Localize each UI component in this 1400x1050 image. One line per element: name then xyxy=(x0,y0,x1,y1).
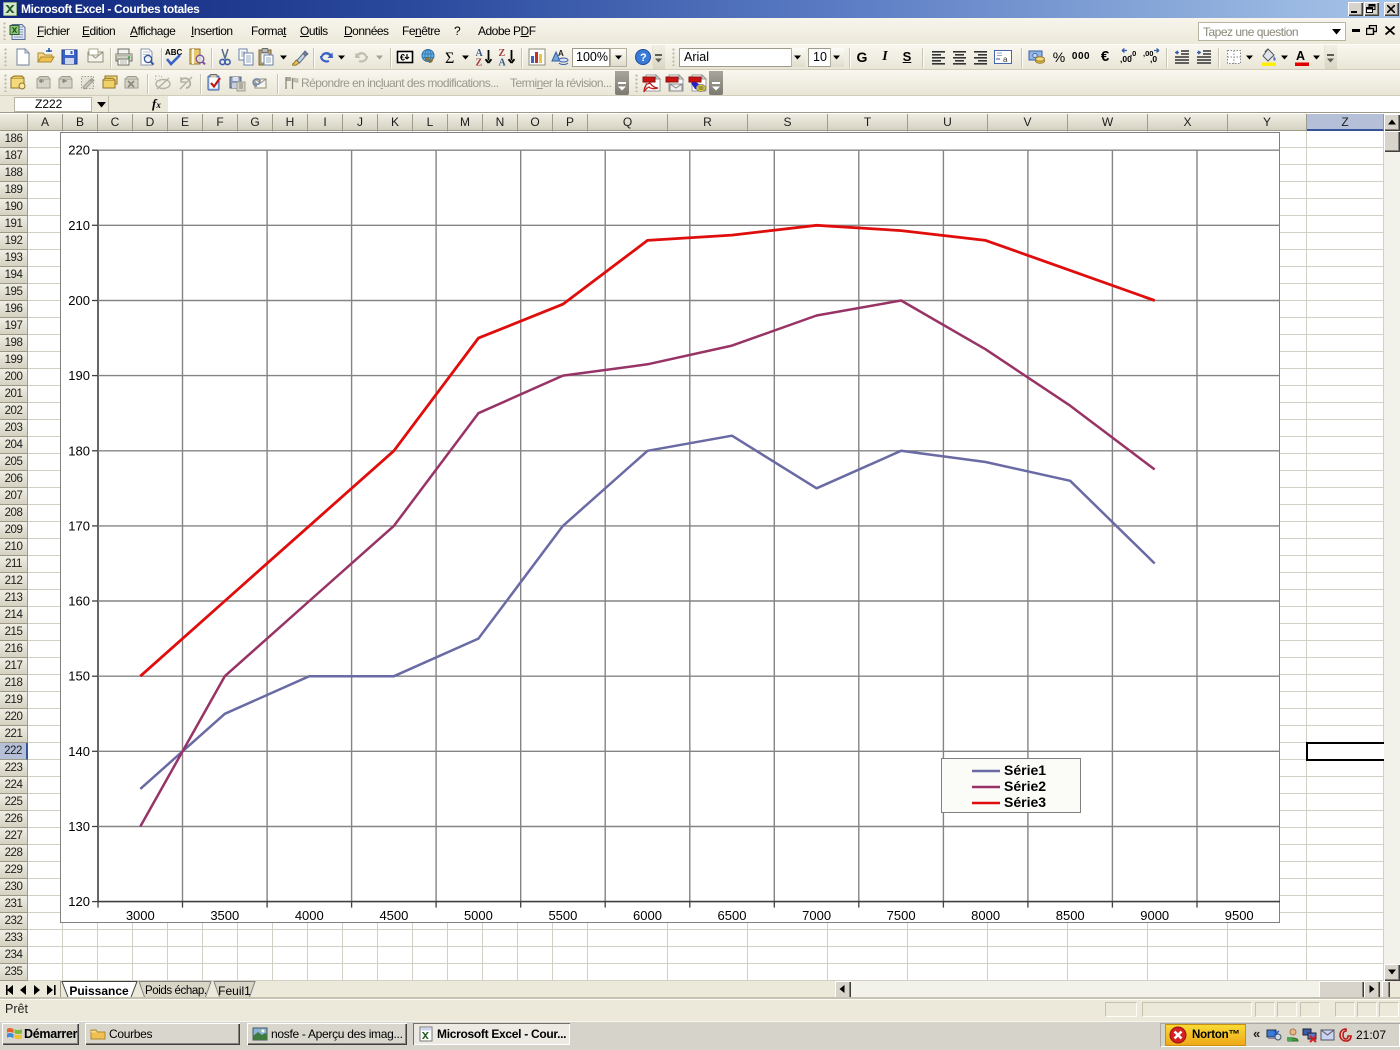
svg-text:6500: 6500 xyxy=(718,908,747,923)
svg-text:Σ: Σ xyxy=(445,50,454,67)
svg-text:210: 210 xyxy=(68,218,90,233)
svg-text:A: A xyxy=(499,58,507,68)
svg-text:Série2: Série2 xyxy=(1004,778,1046,794)
svg-text:a: a xyxy=(1003,55,1008,64)
svg-text:200: 200 xyxy=(68,293,90,308)
svg-text:5000: 5000 xyxy=(464,908,493,923)
svg-text:5500: 5500 xyxy=(548,908,577,923)
svg-text:Série1: Série1 xyxy=(1004,762,1046,778)
svg-text:220: 220 xyxy=(68,143,90,158)
svg-text:?: ? xyxy=(640,52,647,64)
svg-text:,0: ,0 xyxy=(1150,54,1157,64)
svg-text:6000: 6000 xyxy=(633,908,662,923)
svg-text:7000: 7000 xyxy=(802,908,831,923)
svg-text:140: 140 xyxy=(68,744,90,759)
svg-text:Z: Z xyxy=(476,58,483,68)
svg-text:,0: ,0 xyxy=(1130,49,1136,58)
svg-text:120: 120 xyxy=(68,894,90,909)
svg-text:3500: 3500 xyxy=(210,908,239,923)
svg-text:180: 180 xyxy=(68,443,90,458)
svg-text:A: A xyxy=(1296,49,1305,63)
svg-text:150: 150 xyxy=(68,669,90,684)
svg-text:8500: 8500 xyxy=(1056,908,1085,923)
svg-text:Série3: Série3 xyxy=(1004,794,1046,810)
svg-text:190: 190 xyxy=(68,368,90,383)
svg-text:4000: 4000 xyxy=(295,908,324,923)
svg-text:160: 160 xyxy=(68,594,90,609)
svg-text:130: 130 xyxy=(68,819,90,834)
svg-text:8000: 8000 xyxy=(971,908,1000,923)
svg-text:€: € xyxy=(400,53,405,63)
svg-text:9000: 9000 xyxy=(1140,908,1169,923)
svg-text:7500: 7500 xyxy=(887,908,916,923)
svg-text:3000: 3000 xyxy=(126,908,155,923)
svg-text:9500: 9500 xyxy=(1225,908,1254,923)
svg-text:4500: 4500 xyxy=(379,908,408,923)
svg-text:A: A xyxy=(558,49,564,58)
svg-text:170: 170 xyxy=(68,518,90,533)
